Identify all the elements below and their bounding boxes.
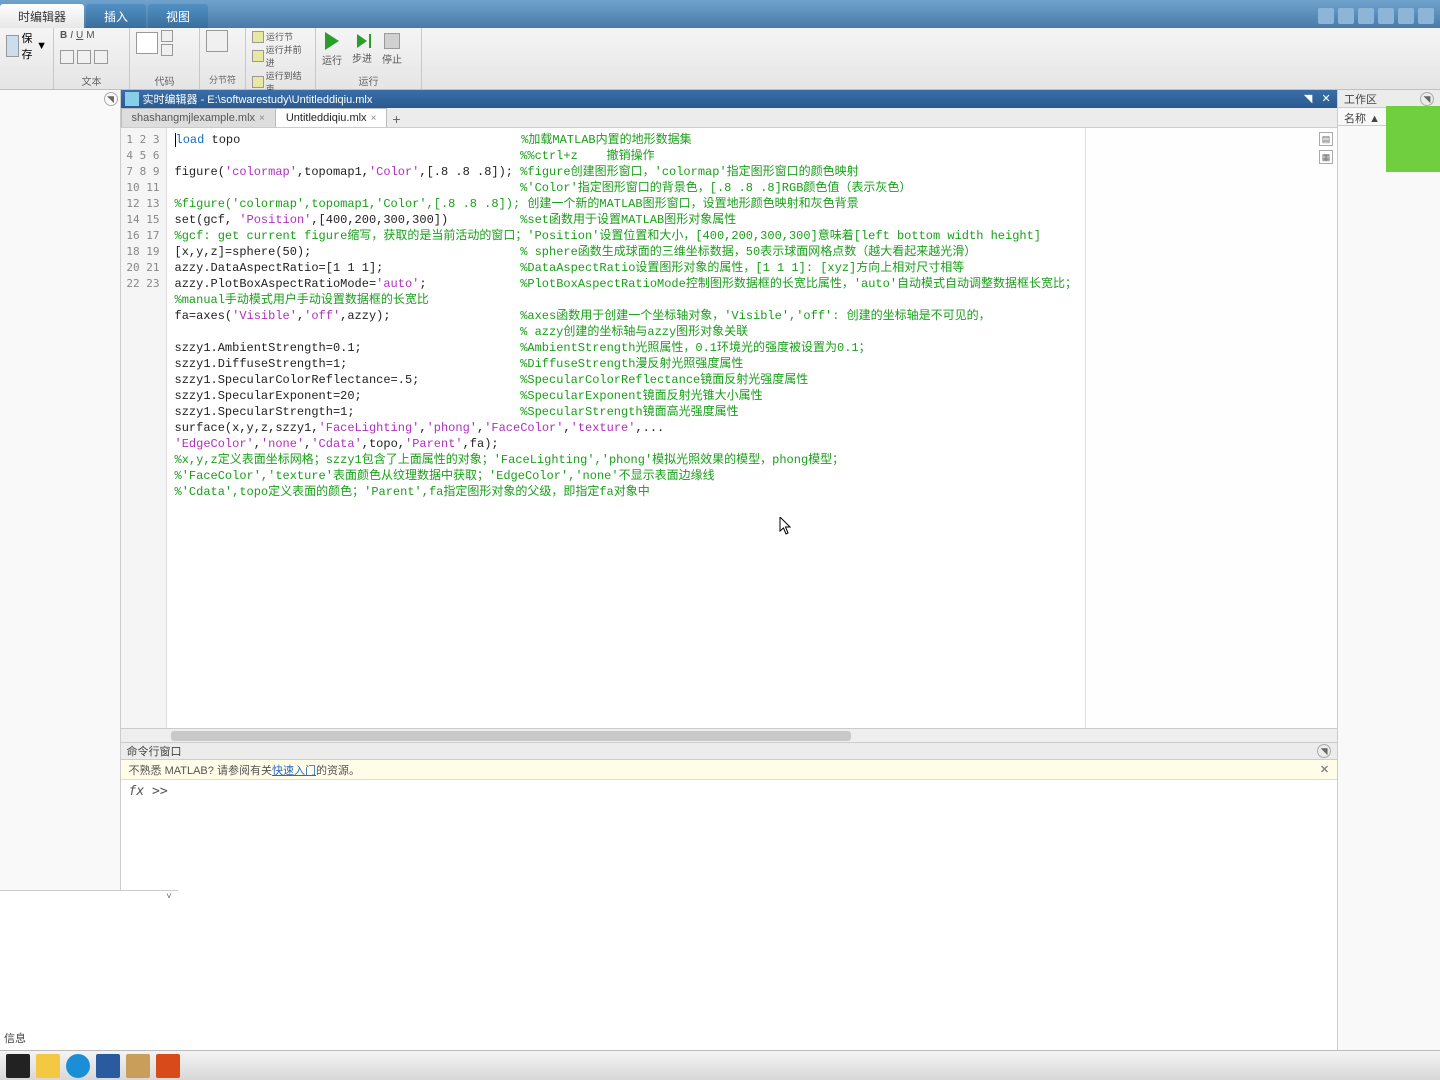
step-label: 步进 [352,50,372,65]
command-window[interactable]: fx >> [121,780,1338,1050]
workspace-title: 工作区 [1344,91,1377,107]
tab-editor[interactable]: 时编辑器 [0,4,84,28]
align-icon[interactable] [60,50,74,64]
chevron-down-icon[interactable]: ˅ [162,891,176,905]
close-icon[interactable]: ✕ [1319,92,1333,106]
run-icon[interactable] [325,32,339,50]
left-bottom-panel: ˅ 信息 [0,890,178,1050]
align-icon[interactable] [94,50,108,64]
file-tab[interactable]: shashangmjlexample.mlx× [121,108,276,127]
tip-link[interactable]: 快速入门 [272,762,316,778]
step-icon[interactable] [357,34,367,48]
dock-icon[interactable]: ◥ [1317,744,1331,758]
stop-label: 停止 [382,51,402,66]
tab-view[interactable]: 视图 [148,4,208,28]
italic-button[interactable]: I [70,30,73,41]
file-tab[interactable]: Untitleddiqiu.mlx × [275,108,388,127]
taskbar-item[interactable] [36,1054,60,1078]
h-scrollbar[interactable] [121,728,1338,742]
info-label: 信息 [4,1030,26,1046]
green-overlay [1386,106,1440,172]
taskbar-item[interactable] [126,1054,150,1078]
tab-label: Untitleddiqiu.mlx [286,112,367,124]
taskbar-item[interactable] [96,1054,120,1078]
editor-titlebar: 实时编辑器 - E:\softwarestudy\Untitleddiqiu.m… [121,90,1338,108]
save-icon[interactable] [1318,8,1334,24]
workspace-panel: 工作区◥ 名称 ▲ [1337,90,1440,1050]
run-label: 运行 [322,52,342,67]
close-icon[interactable]: ✕ [1320,763,1329,776]
line-gutter: 1 2 3 4 5 6 7 8 9 10 11 12 13 14 15 16 1… [121,128,167,728]
stop-icon[interactable] [384,33,400,49]
close-icon[interactable]: × [371,113,377,124]
group-run-label: 运行 [322,73,415,87]
run-end-icon[interactable] [252,76,264,88]
tb-icon[interactable] [1398,8,1414,24]
dock-icon[interactable]: ◥ [1301,92,1315,106]
scroll-thumb[interactable] [171,731,851,741]
command-header: 命令行窗口 ◥ [121,742,1338,760]
file-tabs: shashangmjlexample.mlx× Untitleddiqiu.ml… [121,108,1338,128]
editor-icon [125,92,139,106]
dock-icon[interactable]: ◥ [1420,92,1434,106]
tb-icon[interactable] [1358,8,1374,24]
tab-label: shashangmjlexample.mlx [132,112,256,124]
top-tab-bar: 时编辑器 插入 视图 [0,0,1440,28]
underline-button[interactable]: U [76,30,83,41]
tip-text: 的资源。 [316,762,360,778]
group-text-label: 文本 [60,73,123,87]
refactor-icon[interactable] [161,30,173,42]
group-code-label: 代码 [136,73,193,87]
tb-icon[interactable] [1378,8,1394,24]
taskbar-item[interactable] [66,1054,90,1078]
mono-button[interactable]: M [86,30,94,41]
tip-banner: 不熟悉 MATLAB? 请参阅有关 快速入门 的资源。 ✕ [121,760,1338,780]
close-icon[interactable]: × [259,113,265,124]
code-icon[interactable] [136,32,158,54]
run-section-button[interactable]: 运行节 [266,30,293,43]
code-area[interactable]: load topo %加载MATLAB内置的地形数据集 %%ctrl+z 撤销操… [167,128,1086,728]
output-column: ▤ ▦ [1085,128,1337,728]
output-toggle-icon[interactable]: ▦ [1319,150,1333,164]
align-icon[interactable] [77,50,91,64]
tab-insert[interactable]: 插入 [86,4,146,28]
taskbar-item[interactable] [6,1054,30,1078]
taskbar [0,1050,1440,1080]
left-panel: ◥ ˅ 信息 [0,90,121,1050]
tb-icon[interactable] [1418,8,1434,24]
output-toggle-icon[interactable]: ▤ [1319,132,1333,146]
section-break-icon[interactable] [206,30,228,52]
prompt: fx >> [129,784,168,799]
ribbon: 保存▼ B I U M 文本 代码 分节符 运行节 运行并前进 [0,28,1440,90]
save-label: 保存 [22,30,34,62]
refactor-icon[interactable] [161,44,173,56]
run-advance-button[interactable]: 运行并前进 [266,43,309,69]
editor-title-text: 实时编辑器 - E:\softwarestudy\Untitleddiqiu.m… [143,91,373,107]
taskbar-item[interactable] [156,1054,180,1078]
group-section-label: 分节符 [206,73,239,87]
bold-button[interactable]: B [60,30,67,41]
titlebar-controls [1312,4,1440,28]
command-title: 命令行窗口 [127,743,182,759]
run-section-icon[interactable] [252,31,264,43]
new-tab-button[interactable]: + [386,111,406,127]
save-dropdown[interactable]: ▼ [36,40,47,52]
tip-text: 不熟悉 MATLAB? 请参阅有关 [129,762,272,778]
collapse-icon[interactable]: ◥ [104,92,118,106]
editor-body[interactable]: 1 2 3 4 5 6 7 8 9 10 11 12 13 14 15 16 1… [121,128,1338,728]
save-icon[interactable] [6,35,19,57]
run-advance-icon[interactable] [252,50,264,62]
tb-icon[interactable] [1338,8,1354,24]
